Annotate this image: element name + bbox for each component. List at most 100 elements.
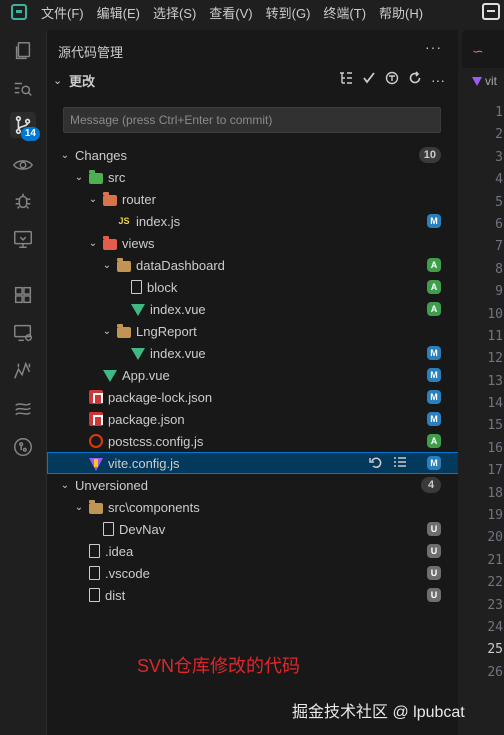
menu-selection[interactable]: 选择(S): [153, 3, 196, 22]
tree-item-label: package.json: [108, 411, 185, 427]
toggle-panel-icon[interactable]: [482, 3, 500, 20]
prettier-icon[interactable]: [10, 396, 36, 422]
line-number: 11: [487, 328, 503, 344]
line-number: 8: [495, 261, 503, 277]
tree-item[interactable]: vite.config.js M: [47, 452, 459, 474]
revert-icon[interactable]: [369, 455, 383, 472]
group-label: Changes: [75, 147, 128, 163]
tree-item[interactable]: JS index.js M: [47, 210, 459, 232]
section-more-icon[interactable]: ···: [431, 72, 445, 88]
tree-item[interactable]: ⌄ router: [47, 188, 459, 210]
chevron-down-icon[interactable]: ⌄: [101, 260, 113, 271]
run-debug-icon[interactable]: [10, 152, 36, 178]
line-number: 2: [495, 127, 503, 143]
line-number: 25: [487, 642, 503, 658]
file-icon: [89, 566, 100, 580]
source-control-icon[interactable]: 14: [10, 112, 40, 141]
line-number: 13: [487, 373, 503, 389]
remote-icon[interactable]: [10, 320, 36, 346]
extensions-icon[interactable]: [10, 282, 36, 308]
menu-edit[interactable]: 编辑(E): [97, 3, 140, 22]
status-badge: M: [427, 390, 441, 404]
tree-item[interactable]: package.json M: [47, 408, 459, 430]
folder-icon: [89, 499, 103, 514]
search-icon[interactable]: [10, 76, 36, 102]
tree-item[interactable]: App.vue M: [47, 364, 459, 386]
watermark: 掘金技术社区 @ lpubcat: [292, 704, 465, 721]
open-changes-icon[interactable]: [393, 455, 407, 472]
line-number: 24: [487, 619, 503, 635]
tree-item-label: dist: [105, 587, 126, 603]
tree-item[interactable]: DevNav U: [47, 518, 459, 540]
changes-tree: ⌄ Changes 10 ⌄ src ⌄ router JS index.js M ⌄ views ⌄ d…: [47, 144, 459, 606]
debug-icon[interactable]: [10, 188, 36, 214]
tree-item[interactable]: index.vue A: [47, 298, 459, 320]
tree-item[interactable]: ⌄ dataDashboard A: [47, 254, 459, 276]
breadcrumb-file: vit: [485, 74, 497, 88]
line-number: 15: [487, 418, 503, 434]
status-badge: U: [427, 566, 441, 580]
tree-item[interactable]: dist U: [47, 584, 459, 606]
tree-item[interactable]: block A: [47, 276, 459, 298]
update-icon[interactable]: [385, 71, 399, 88]
line-number: 6: [495, 216, 503, 232]
tree-item[interactable]: .idea U: [47, 540, 459, 562]
chevron-down-icon[interactable]: ⌄: [87, 194, 99, 205]
tree-item[interactable]: ⌄ src: [47, 166, 459, 188]
unversioned-group-header[interactable]: ⌄ Unversioned 4: [47, 474, 459, 496]
refresh-icon[interactable]: [408, 71, 422, 88]
chevron-down-icon[interactable]: ⌄: [59, 480, 71, 491]
more-actions-icon[interactable]: ···: [425, 39, 442, 55]
commit-message-input[interactable]: [64, 108, 440, 132]
tree-item[interactable]: ⌄ views: [47, 232, 459, 254]
chevron-down-icon[interactable]: ⌄: [59, 150, 71, 161]
title-bar: 文件(F) 编辑(E) 选择(S) 查看(V) 转到(G) 终端(T) 帮助(H…: [0, 0, 504, 24]
chevron-down-icon[interactable]: ⌄: [73, 172, 85, 183]
menu-terminal[interactable]: 终端(T): [323, 3, 366, 22]
gitlens-icon[interactable]: [10, 434, 36, 460]
tree-item-label: DevNav: [119, 521, 166, 537]
line-number: 23: [487, 597, 503, 613]
commit-check-icon[interactable]: [362, 71, 376, 88]
status-badge: A: [427, 302, 441, 316]
tree-item-label: index.vue: [150, 301, 206, 317]
explorer-icon[interactable]: [10, 38, 36, 64]
menu-go[interactable]: 转到(G): [266, 3, 311, 22]
status-badge: A: [427, 258, 441, 272]
tree-item[interactable]: index.vue M: [47, 342, 459, 364]
commit-message-box[interactable]: [63, 107, 441, 133]
chevron-down-icon[interactable]: ⌄: [87, 238, 99, 249]
chevron-down-icon[interactable]: ⌄: [53, 74, 67, 87]
tree-item[interactable]: ⌄ LngReport: [47, 320, 459, 342]
editor-tab[interactable]: ∽: [462, 30, 504, 68]
chevron-down-icon[interactable]: ⌄: [73, 502, 85, 513]
tree-item[interactable]: ⌄ src\components: [47, 496, 459, 518]
group-label: Unversioned: [75, 477, 148, 493]
timeline-icon[interactable]: [10, 358, 36, 384]
menu-help[interactable]: 帮助(H): [379, 3, 423, 22]
chevron-down-icon[interactable]: ⌄: [101, 326, 113, 337]
status-badge: M: [427, 214, 441, 228]
vite-icon: [89, 457, 103, 471]
copilot-icon: ∽: [472, 43, 484, 59]
line-number: 10: [487, 306, 503, 322]
tree-item-label: dataDashboard: [136, 257, 225, 273]
view-as-tree-icon[interactable]: [339, 71, 353, 88]
changes-section-header[interactable]: ⌄ 更改 ···: [47, 68, 459, 92]
remote-explorer-icon[interactable]: [10, 226, 36, 252]
change-count-badge: 4: [421, 477, 441, 493]
breadcrumb[interactable]: vit: [472, 74, 497, 88]
tree-item[interactable]: .vscode U: [47, 562, 459, 584]
file-icon: [103, 522, 114, 536]
sidebar-title: 源代码管理: [58, 45, 124, 60]
line-number: 18: [487, 485, 503, 501]
line-number: 1: [495, 105, 503, 120]
changes-group-header[interactable]: ⌄ Changes 10: [47, 144, 459, 166]
menu-view[interactable]: 查看(V): [209, 3, 252, 22]
tree-item[interactable]: package-lock.json M: [47, 386, 459, 408]
menu-file[interactable]: 文件(F): [41, 3, 84, 22]
tree-item[interactable]: postcss.config.js A: [47, 430, 459, 452]
tree-item-label: views: [122, 235, 155, 251]
line-number: 22: [487, 575, 503, 591]
tree-item-label: src: [108, 169, 126, 185]
